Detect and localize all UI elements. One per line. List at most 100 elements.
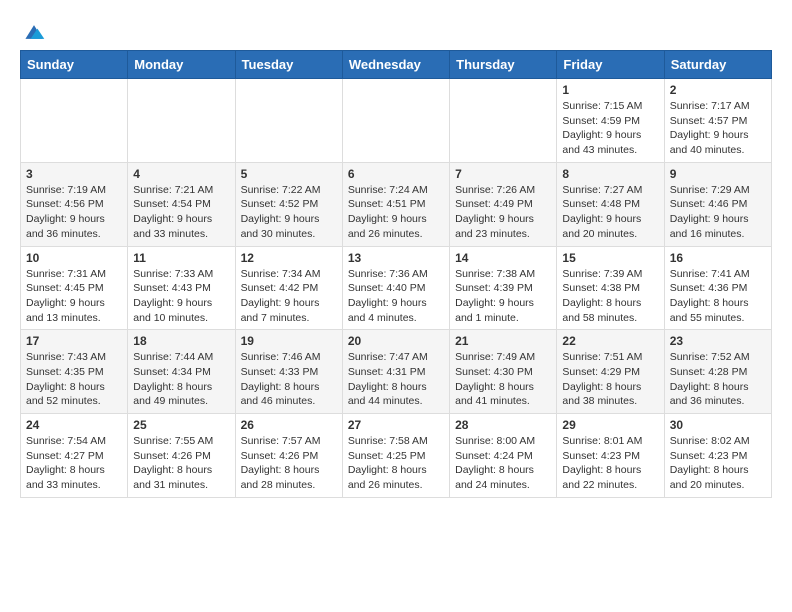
calendar-cell: 29 Sunrise: 8:01 AM Sunset: 4:23 PM Dayli… xyxy=(557,414,664,498)
day-number: 7 xyxy=(455,167,551,181)
day-number: 2 xyxy=(670,83,766,97)
weekday-header-tuesday: Tuesday xyxy=(235,51,342,79)
day-number: 21 xyxy=(455,334,551,348)
day-number: 5 xyxy=(241,167,337,181)
calendar-cell: 17 Sunrise: 7:43 AM Sunset: 4:35 PM Dayli… xyxy=(21,330,128,414)
calendar-cell xyxy=(235,79,342,163)
day-number: 18 xyxy=(133,334,229,348)
calendar-cell: 18 Sunrise: 7:44 AM Sunset: 4:34 PM Dayli… xyxy=(128,330,235,414)
day-number: 29 xyxy=(562,418,658,432)
calendar-cell: 6Sunrise: 7:24 AM Sunset: 4:51 PM Daylig… xyxy=(342,162,449,246)
day-info: Sunrise: 7:39 AM Sunset: 4:38 PM Dayligh… xyxy=(562,267,658,326)
day-number: 12 xyxy=(241,251,337,265)
logo xyxy=(20,20,46,40)
calendar-table: SundayMondayTuesdayWednesdayThursdayFrid… xyxy=(20,50,772,498)
calendar-week-row: 17 Sunrise: 7:43 AM Sunset: 4:35 PM Dayli… xyxy=(21,330,772,414)
day-info: Sunrise: 7:38 AM Sunset: 4:39 PM Dayligh… xyxy=(455,267,551,326)
day-number: 16 xyxy=(670,251,766,265)
day-info: Sunrise: 7:29 AM Sunset: 4:46 PM Dayligh… xyxy=(670,183,766,242)
calendar-cell: 28 Sunrise: 8:00 AM Sunset: 4:24 PM Dayli… xyxy=(450,414,557,498)
calendar-cell: 7 Sunrise: 7:26 AM Sunset: 4:49 PM Daylig… xyxy=(450,162,557,246)
calendar-cell: 26 Sunrise: 7:57 AM Sunset: 4:26 PM Dayli… xyxy=(235,414,342,498)
day-info: Sunrise: 7:22 AM Sunset: 4:52 PM Dayligh… xyxy=(241,183,337,242)
day-info: Sunrise: 8:00 AM Sunset: 4:24 PM Dayligh… xyxy=(455,434,551,493)
day-number: 22 xyxy=(562,334,658,348)
calendar-cell: 10 Sunrise: 7:31 AM Sunset: 4:45 PM Dayli… xyxy=(21,246,128,330)
day-info: Sunrise: 7:41 AM Sunset: 4:36 PM Dayligh… xyxy=(670,267,766,326)
day-number: 23 xyxy=(670,334,766,348)
day-number: 15 xyxy=(562,251,658,265)
day-number: 9 xyxy=(670,167,766,181)
weekday-header-saturday: Saturday xyxy=(664,51,771,79)
calendar-week-row: 3 Sunrise: 7:19 AM Sunset: 4:56 PM Daylig… xyxy=(21,162,772,246)
day-number: 8 xyxy=(562,167,658,181)
day-info: Sunrise: 8:02 AM Sunset: 4:23 PM Dayligh… xyxy=(670,434,766,493)
day-number: 10 xyxy=(26,251,122,265)
day-number: 14 xyxy=(455,251,551,265)
calendar-cell: 2 Sunrise: 7:17 AM Sunset: 4:57 PM Daylig… xyxy=(664,79,771,163)
calendar-cell: 14 Sunrise: 7:38 AM Sunset: 4:39 PM Dayli… xyxy=(450,246,557,330)
day-info: Sunrise: 7:58 AM Sunset: 4:25 PM Dayligh… xyxy=(348,434,444,493)
calendar-cell: 24Sunrise: 7:54 AM Sunset: 4:27 PM Dayli… xyxy=(21,414,128,498)
day-number: 26 xyxy=(241,418,337,432)
day-info: Sunrise: 7:43 AM Sunset: 4:35 PM Dayligh… xyxy=(26,350,122,409)
day-number: 13 xyxy=(348,251,444,265)
calendar-cell: 4 Sunrise: 7:21 AM Sunset: 4:54 PM Daylig… xyxy=(128,162,235,246)
day-number: 3 xyxy=(26,167,122,181)
calendar-cell: 30 Sunrise: 8:02 AM Sunset: 4:23 PM Dayli… xyxy=(664,414,771,498)
day-info: Sunrise: 7:44 AM Sunset: 4:34 PM Dayligh… xyxy=(133,350,229,409)
day-info: Sunrise: 7:17 AM Sunset: 4:57 PM Dayligh… xyxy=(670,99,766,158)
day-number: 1 xyxy=(562,83,658,97)
day-info: Sunrise: 7:52 AM Sunset: 4:28 PM Dayligh… xyxy=(670,350,766,409)
day-number: 20 xyxy=(348,334,444,348)
calendar-cell xyxy=(128,79,235,163)
calendar-cell: 23 Sunrise: 7:52 AM Sunset: 4:28 PM Dayli… xyxy=(664,330,771,414)
day-number: 28 xyxy=(455,418,551,432)
page-header xyxy=(20,20,772,40)
day-info: Sunrise: 7:47 AM Sunset: 4:31 PM Dayligh… xyxy=(348,350,444,409)
day-info: Sunrise: 7:55 AM Sunset: 4:26 PM Dayligh… xyxy=(133,434,229,493)
day-info: Sunrise: 7:57 AM Sunset: 4:26 PM Dayligh… xyxy=(241,434,337,493)
calendar-cell xyxy=(342,79,449,163)
calendar-week-row: 10 Sunrise: 7:31 AM Sunset: 4:45 PM Dayli… xyxy=(21,246,772,330)
day-number: 4 xyxy=(133,167,229,181)
day-info: Sunrise: 7:36 AM Sunset: 4:40 PM Dayligh… xyxy=(348,267,444,326)
calendar-cell: 1 Sunrise: 7:15 AM Sunset: 4:59 PM Daylig… xyxy=(557,79,664,163)
weekday-header-sunday: Sunday xyxy=(21,51,128,79)
day-info: Sunrise: 8:01 AM Sunset: 4:23 PM Dayligh… xyxy=(562,434,658,493)
calendar-cell: 21 Sunrise: 7:49 AM Sunset: 4:30 PM Dayli… xyxy=(450,330,557,414)
calendar-cell xyxy=(450,79,557,163)
calendar-cell: 13 Sunrise: 7:36 AM Sunset: 4:40 PM Dayli… xyxy=(342,246,449,330)
calendar-cell xyxy=(21,79,128,163)
calendar-cell: 16 Sunrise: 7:41 AM Sunset: 4:36 PM Dayli… xyxy=(664,246,771,330)
day-info: Sunrise: 7:33 AM Sunset: 4:43 PM Dayligh… xyxy=(133,267,229,326)
day-info: Sunrise: 7:21 AM Sunset: 4:54 PM Dayligh… xyxy=(133,183,229,242)
day-number: 24 xyxy=(26,418,122,432)
day-info: Sunrise: 7:26 AM Sunset: 4:49 PM Dayligh… xyxy=(455,183,551,242)
day-number: 11 xyxy=(133,251,229,265)
calendar-cell: 15 Sunrise: 7:39 AM Sunset: 4:38 PM Dayli… xyxy=(557,246,664,330)
day-info: Sunrise: 7:19 AM Sunset: 4:56 PM Dayligh… xyxy=(26,183,122,242)
calendar-cell: 12Sunrise: 7:34 AM Sunset: 4:42 PM Dayli… xyxy=(235,246,342,330)
weekday-header-thursday: Thursday xyxy=(450,51,557,79)
day-number: 19 xyxy=(241,334,337,348)
day-info: Sunrise: 7:51 AM Sunset: 4:29 PM Dayligh… xyxy=(562,350,658,409)
calendar-cell: 19Sunrise: 7:46 AM Sunset: 4:33 PM Dayli… xyxy=(235,330,342,414)
day-number: 6 xyxy=(348,167,444,181)
day-number: 25 xyxy=(133,418,229,432)
calendar-cell: 25 Sunrise: 7:55 AM Sunset: 4:26 PM Dayli… xyxy=(128,414,235,498)
weekday-header-wednesday: Wednesday xyxy=(342,51,449,79)
calendar-cell: 11 Sunrise: 7:33 AM Sunset: 4:43 PM Dayli… xyxy=(128,246,235,330)
day-info: Sunrise: 7:31 AM Sunset: 4:45 PM Dayligh… xyxy=(26,267,122,326)
day-number: 17 xyxy=(26,334,122,348)
calendar-cell: 8Sunrise: 7:27 AM Sunset: 4:48 PM Daylig… xyxy=(557,162,664,246)
logo-icon xyxy=(22,20,46,44)
calendar-week-row: 1 Sunrise: 7:15 AM Sunset: 4:59 PM Daylig… xyxy=(21,79,772,163)
calendar-header-row: SundayMondayTuesdayWednesdayThursdayFrid… xyxy=(21,51,772,79)
calendar-cell: 3 Sunrise: 7:19 AM Sunset: 4:56 PM Daylig… xyxy=(21,162,128,246)
day-info: Sunrise: 7:15 AM Sunset: 4:59 PM Dayligh… xyxy=(562,99,658,158)
day-info: Sunrise: 7:49 AM Sunset: 4:30 PM Dayligh… xyxy=(455,350,551,409)
day-number: 30 xyxy=(670,418,766,432)
day-number: 27 xyxy=(348,418,444,432)
calendar-cell: 9 Sunrise: 7:29 AM Sunset: 4:46 PM Daylig… xyxy=(664,162,771,246)
